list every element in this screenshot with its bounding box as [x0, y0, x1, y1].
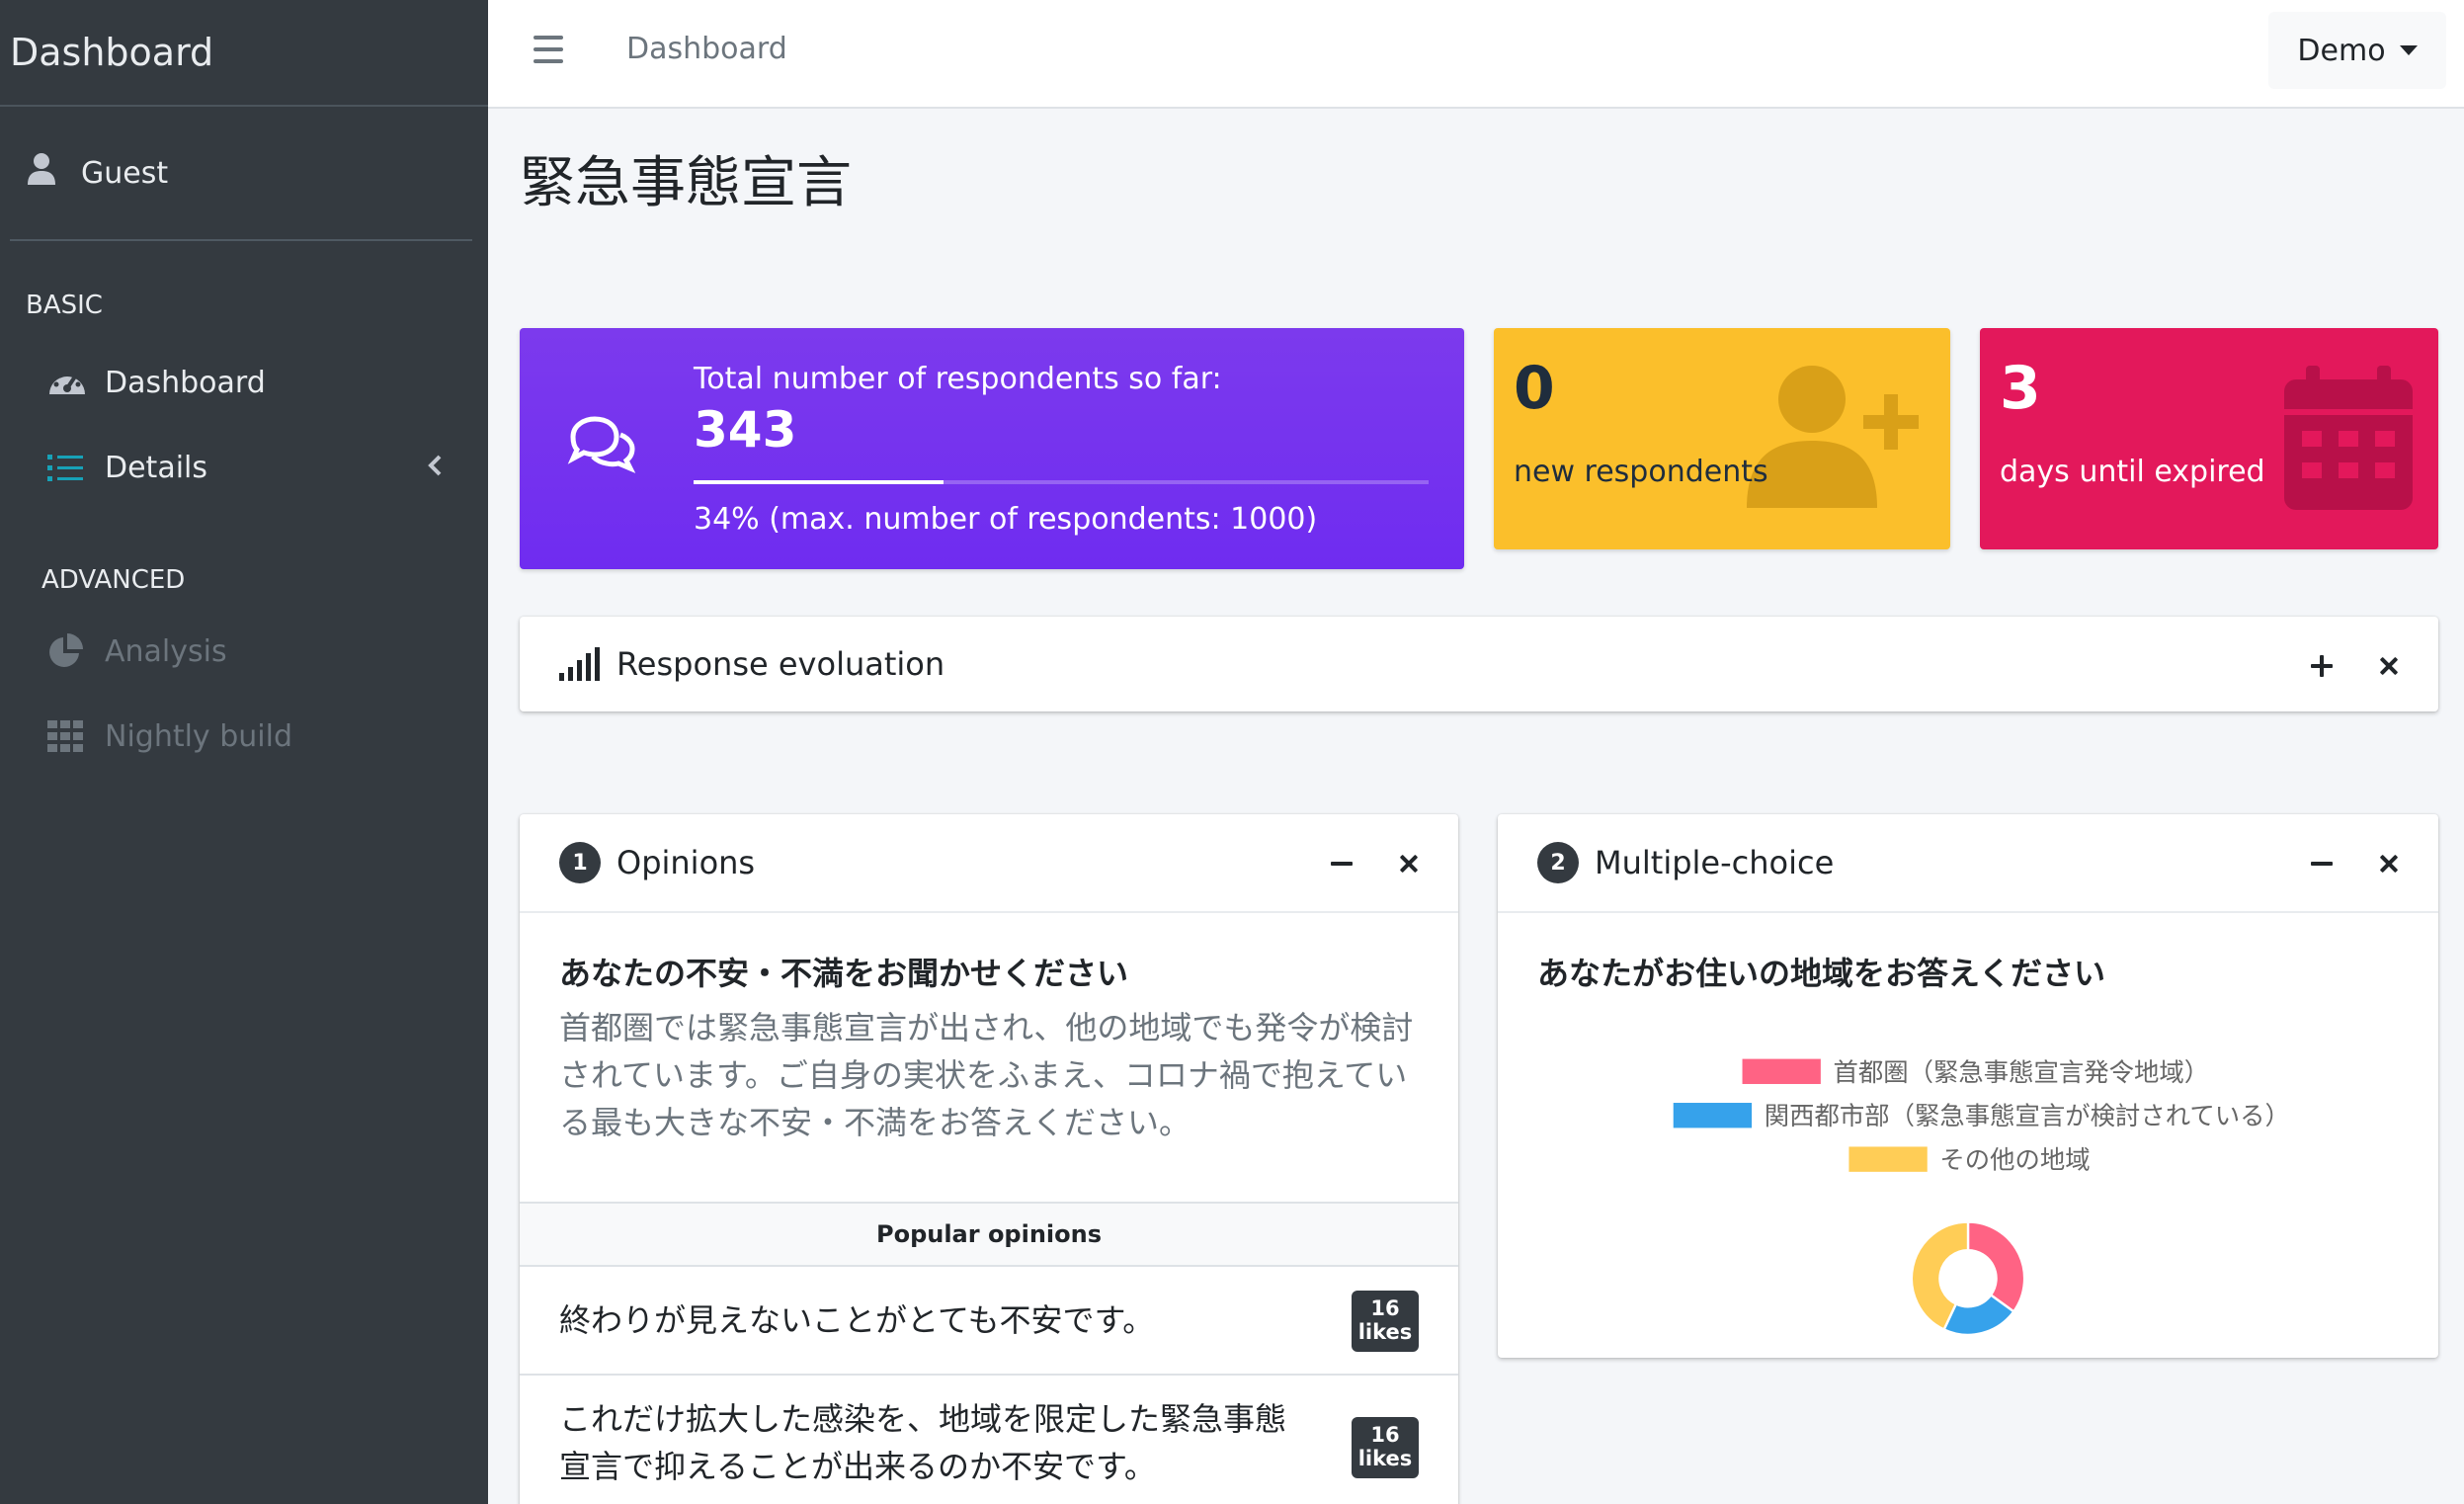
likes-label: likes: [1357, 1320, 1413, 1344]
legend-item[interactable]: 首都圏（緊急事態宣言発令地域）: [1742, 1057, 2210, 1087]
likes-count: 16: [1370, 1423, 1400, 1447]
question-title: あなたがお住いの地域をお答えください: [1537, 955, 2106, 992]
caret-down-icon: [2399, 45, 2418, 55]
user-menu-dropdown[interactable]: Demo: [2268, 12, 2446, 89]
legend-label: その他の地域: [1939, 1145, 2090, 1175]
respondents-info-box: Total number of respondents so far: 343 …: [520, 328, 1464, 569]
card-header: Response evoluation: [520, 617, 2438, 711]
new-respondents-value: 0: [1514, 354, 1555, 423]
close-icon[interactable]: [2375, 850, 2403, 877]
legend-swatch: [1848, 1146, 1928, 1172]
nav-header-basic: BASIC: [26, 291, 103, 320]
card-title: Multiple-choice: [1595, 844, 1835, 881]
sidebar-item-label: Analysis: [105, 633, 227, 669]
respondents-progress-fill: [694, 480, 944, 484]
sidebar: Dashboard Guest BASIC Dashboard Details …: [0, 0, 488, 1504]
likes-count: 16: [1370, 1296, 1400, 1320]
respondents-label: Total number of respondents so far:: [694, 362, 1222, 396]
expand-plus-icon[interactable]: [2308, 652, 2336, 680]
new-respondents-label: new respondents: [1514, 455, 1768, 489]
legend-item[interactable]: その他の地域: [1848, 1145, 2091, 1175]
user-panel[interactable]: Guest: [10, 107, 472, 241]
opinions-card: 1 Opinions あなたの不安・不満をお聞かせください 首都圏では緊急事態宣…: [520, 814, 1458, 1504]
sidebar-item-label: Dashboard: [105, 365, 266, 400]
opinion-row: 終わりが見えないことがとても不安です。 16 likes: [520, 1267, 1458, 1376]
collapse-minus-icon[interactable]: [2308, 850, 2336, 877]
likes-badge[interactable]: 16 likes: [1352, 1417, 1419, 1478]
legend-swatch: [1742, 1058, 1821, 1084]
card-body: あなたがお住いの地域をお答えください 首都圏（緊急事態宣言発令地域） 関西都市部（…: [1498, 911, 2438, 1356]
question-text: 首都圏では緊急事態宣言が出され、他の地域でも発令が検討されています。ご自身の実状…: [559, 1009, 1414, 1141]
multiple-choice-card: 2 Multiple-choice あなたがお住いの地域をお答えください 首都圏…: [1498, 814, 2438, 1358]
sidebar-item-analysis[interactable]: Analysis: [0, 609, 488, 694]
sidebar-item-nightly-build[interactable]: Nightly build: [0, 694, 488, 779]
likes-label: likes: [1357, 1447, 1413, 1470]
card-title: Opinions: [616, 844, 756, 881]
card-header: 1 Opinions: [520, 814, 1458, 911]
user-plus-icon: [1747, 364, 1925, 516]
respondents-progress: [694, 480, 1429, 484]
sidebar-item-dashboard[interactable]: Dashboard: [0, 340, 488, 425]
brand-text: Dashboard: [10, 31, 214, 74]
respondents-progress-text: 34% (max. number of respondents: 1000): [694, 502, 1318, 537]
page-title: 緊急事態宣言: [520, 151, 852, 215]
question-number-badge: 1: [559, 842, 601, 883]
calendar-icon: [2284, 366, 2413, 514]
legend-item[interactable]: 関西都市部（緊急事態宣言が検討されている）: [1673, 1101, 2290, 1130]
chevron-left-icon: [427, 451, 443, 485]
days-until-expired-label: days until expired: [2000, 455, 2265, 489]
hamburger-menu-icon[interactable]: [534, 36, 563, 71]
card-body: あなたの不安・不満をお聞かせください 首都圏では緊急事態宣言が出され、他の地域で…: [520, 911, 1458, 1146]
opinion-text: これだけ拡大した感染を、地域を限定した緊急事態宣言で抑えることが出来るのか不安で…: [559, 1400, 1287, 1485]
question-number-badge: 2: [1537, 842, 1579, 883]
topbar-dashboard-link[interactable]: Dashboard: [626, 32, 787, 66]
tachometer-icon: [47, 367, 105, 398]
days-until-expired-value: 3: [2000, 354, 2041, 423]
respondents-value: 343: [694, 401, 797, 459]
legend-label: 関西都市部（緊急事態宣言が検討されている）: [1765, 1101, 2290, 1130]
card-header: 2 Multiple-choice: [1498, 814, 2438, 911]
grid-icon: [47, 720, 105, 752]
nav-header-advanced: ADVANCED: [41, 565, 186, 595]
brand-link[interactable]: Dashboard: [0, 0, 488, 107]
question-title: あなたの不安・不満をお聞かせください: [559, 955, 1129, 992]
user-menu-label: Demo: [2297, 33, 2386, 68]
legend-label: 首都圏（緊急事態宣言発令地域）: [1834, 1057, 2210, 1087]
legend-swatch: [1673, 1103, 1753, 1128]
new-respondents-box: 0 new respondents: [1494, 328, 1950, 549]
top-navbar: Dashboard Demo: [488, 0, 2464, 109]
pie-chart-icon: [47, 633, 105, 669]
days-until-expired-box: 3 days until expired: [1980, 328, 2438, 549]
response-evolution-card: Response evoluation: [520, 617, 2438, 711]
opinion-text: 終わりが見えないことがとても不安です。: [559, 1301, 1155, 1339]
close-icon[interactable]: [1395, 850, 1423, 877]
likes-badge[interactable]: 16 likes: [1352, 1291, 1419, 1352]
collapse-minus-icon[interactable]: [1328, 850, 1355, 877]
sidebar-item-details[interactable]: Details: [0, 425, 488, 510]
card-title: Response evoluation: [616, 645, 945, 683]
doughnut-chart[interactable]: 首都圏（緊急事態宣言発令地域） 関西都市部（緊急事態宣言が検討されている） その他の…: [1498, 1012, 2438, 1338]
signal-bars-icon: [559, 647, 601, 681]
popular-opinions-header: Popular opinions: [520, 1202, 1458, 1267]
close-icon[interactable]: [2375, 652, 2403, 680]
user-name: Guest: [81, 155, 169, 191]
user-icon: [26, 152, 81, 194]
list-icon: [47, 454, 105, 481]
comments-icon: [567, 413, 638, 478]
sidebar-item-label: Details: [105, 450, 208, 485]
opinion-row: これだけ拡大した感染を、地域を限定した緊急事態宣言で抑えることが出来るのか不安で…: [520, 1376, 1458, 1504]
sidebar-item-label: Nightly build: [105, 718, 292, 754]
